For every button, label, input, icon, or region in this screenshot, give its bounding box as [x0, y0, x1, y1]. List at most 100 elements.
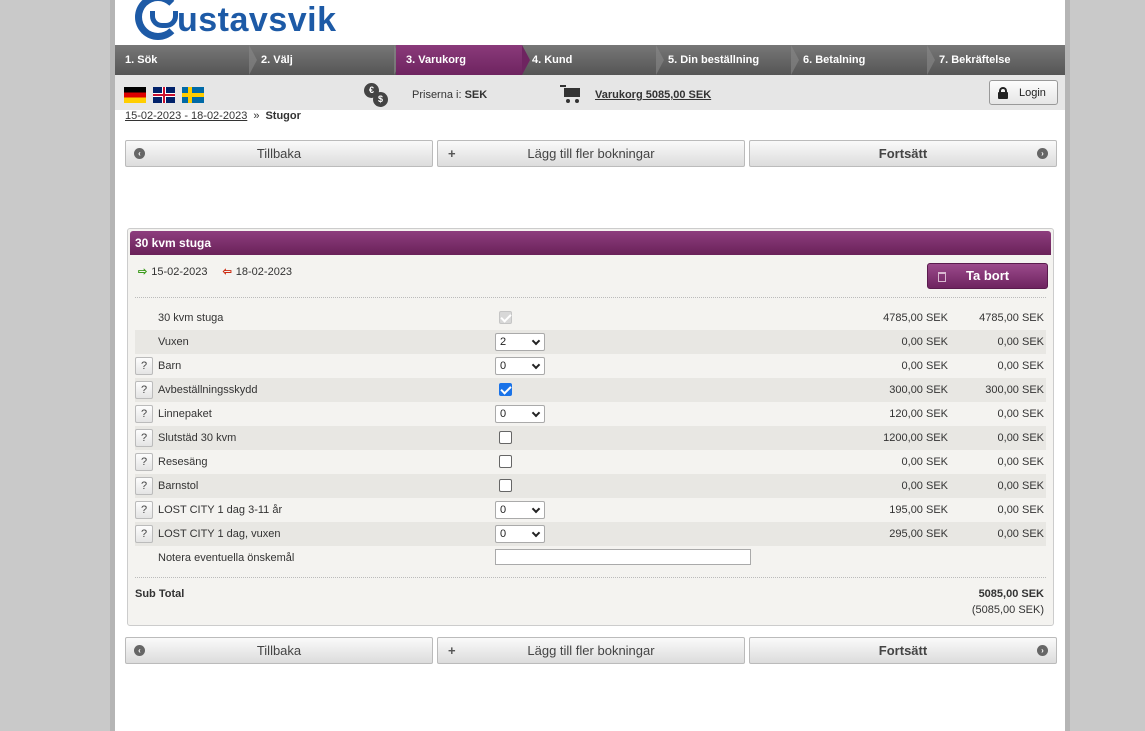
item-checkbox[interactable]: [499, 479, 512, 492]
help-button[interactable]: ?: [135, 381, 153, 399]
help-button[interactable]: ?: [135, 525, 153, 543]
arrow-right-icon: ›: [1037, 645, 1048, 656]
plus-icon: +: [448, 146, 456, 161]
item-name: LOST CITY 1 dag, vuxen: [158, 528, 281, 540]
quantity-select[interactable]: 2: [495, 333, 545, 351]
breadcrumb-current: Stugor: [265, 110, 301, 122]
booking-dates: ⇨ 15-02-2023 ⇦ 18-02-2023: [138, 265, 292, 278]
item-name: 30 kvm stuga: [158, 312, 224, 324]
breadcrumb: 15-02-2023 - 18-02-2023» Stugor: [125, 110, 301, 122]
item-total: 0,00 SEK: [997, 336, 1044, 348]
quantity-select[interactable]: 0: [495, 357, 545, 375]
item-name: Linnepaket: [158, 408, 212, 420]
item-total: 0,00 SEK: [997, 408, 1044, 420]
subtotal-value: 5085,00 SEK: [978, 588, 1044, 600]
chevron-down-icon: [531, 408, 541, 418]
item-total: 0,00 SEK: [997, 456, 1044, 468]
continue-button[interactable]: Fortsätt ›: [749, 140, 1057, 167]
item-price: 295,00 SEK: [889, 528, 948, 540]
item-total: 0,00 SEK: [997, 480, 1044, 492]
item-checkbox[interactable]: [499, 383, 512, 396]
item-price: 0,00 SEK: [901, 336, 948, 348]
item-row: Vuxen 2 0,00 SEK 0,00 SEK: [135, 330, 1046, 354]
login-label: Login: [1019, 87, 1046, 99]
item-row: ? LOST CITY 1 dag 3-11 år 0 195,00 SEK 0,00 …: [135, 498, 1046, 522]
currency-exchange-icon[interactable]: € $: [364, 83, 388, 107]
item-price: 0,00 SEK: [901, 360, 948, 372]
arrival-date: 15-02-2023: [151, 266, 208, 278]
chevron-down-icon: [531, 504, 541, 514]
item-checkbox[interactable]: [499, 431, 512, 444]
subtotal-secondary-value: (5085,00 SEK): [971, 604, 1044, 616]
arrival-arrow-icon: ⇨: [138, 266, 148, 278]
chevron-down-icon: [531, 360, 541, 370]
item-total: 4785,00 SEK: [979, 312, 1044, 324]
login-button[interactable]: Login: [989, 80, 1058, 105]
step-5[interactable]: 5. Din beställning: [658, 45, 799, 75]
back-button[interactable]: ‹ Tillbaka: [125, 637, 433, 664]
item-price: 1200,00 SEK: [883, 432, 948, 444]
swedish-flag-icon[interactable]: [182, 87, 204, 103]
help-button[interactable]: ?: [135, 501, 153, 519]
arrow-left-icon: ‹: [134, 645, 145, 656]
notes-input[interactable]: [495, 549, 751, 565]
item-name: Notera eventuella önskemål: [158, 552, 295, 564]
top-nav-buttons: ‹ Tillbaka + Lägg till fler bokningar Fo…: [125, 140, 1057, 167]
shopping-cart-icon[interactable]: [560, 85, 582, 103]
info-bar: € $ Priserna i: SEK Varukorg 5085,00 SEK …: [115, 75, 1065, 110]
step-6[interactable]: 6. Betalning: [793, 45, 935, 75]
page: ustavsvik 1. Sök 2. Välj 3. Varukorg 4. Kun…: [115, 0, 1065, 731]
help-button[interactable]: ?: [135, 405, 153, 423]
quantity-select[interactable]: 0: [495, 501, 545, 519]
step-2[interactable]: 2. Välj: [251, 45, 402, 75]
item-total: 0,00 SEK: [997, 432, 1044, 444]
arrow-left-icon: ‹: [134, 148, 145, 159]
logo-mark-icon: [135, 0, 181, 40]
item-total: 0,00 SEK: [997, 504, 1044, 516]
plus-icon: +: [448, 643, 456, 658]
help-button[interactable]: ?: [135, 477, 153, 495]
item-price: 300,00 SEK: [889, 384, 948, 396]
item-row: ? Barn 0 0,00 SEK 0,00 SEK: [135, 354, 1046, 378]
item-price: 0,00 SEK: [901, 456, 948, 468]
step-3: 3. Varukorg: [396, 45, 530, 75]
item-total: 0,00 SEK: [997, 360, 1044, 372]
item-row: ? Slutstäd 30 kvm 1200,00 SEK 0,00 SEK: [135, 426, 1046, 450]
subtotal-label: Sub Total: [135, 588, 185, 600]
item-row: ? Resesäng 0,00 SEK 0,00 SEK: [135, 450, 1046, 474]
booking-items: 30 kvm stuga 4785,00 SEK 4785,00 SEK Vuxen 2…: [135, 306, 1046, 570]
step-1[interactable]: 1. Sök: [115, 45, 257, 75]
logo-text: ustavsvik: [177, 1, 337, 39]
item-row: ? Linnepaket 0 120,00 SEK 0,00 SEK: [135, 402, 1046, 426]
help-button[interactable]: ?: [135, 429, 153, 447]
back-button[interactable]: ‹ Tillbaka: [125, 140, 433, 167]
cart-link[interactable]: Varukorg 5085,00 SEK: [595, 89, 711, 101]
lock-icon: [998, 87, 1008, 99]
breadcrumb-dates-link[interactable]: 15-02-2023 - 18-02-2023: [125, 110, 247, 122]
arrow-right-icon: ›: [1037, 148, 1048, 159]
step-7[interactable]: 7. Bekräftelse: [929, 45, 1065, 75]
add-more-bookings-button[interactable]: + Lägg till fler bokningar: [437, 637, 745, 664]
item-checkbox[interactable]: [499, 455, 512, 468]
item-price: 195,00 SEK: [889, 504, 948, 516]
help-button[interactable]: ?: [135, 453, 153, 471]
remove-booking-button[interactable]: Ta bort: [927, 263, 1048, 289]
divider: [135, 577, 1046, 578]
item-name: Resesäng: [158, 456, 208, 468]
german-flag-icon[interactable]: [124, 87, 146, 103]
uk-flag-icon[interactable]: [153, 87, 175, 103]
booking-panel: 30 kvm stuga ⇨ 15-02-2023 ⇦ 18-02-2023 Ta …: [127, 228, 1054, 626]
item-row: 30 kvm stuga 4785,00 SEK 4785,00 SEK: [135, 306, 1046, 330]
item-name: Vuxen: [158, 336, 189, 348]
continue-button[interactable]: Fortsätt ›: [749, 637, 1057, 664]
help-button[interactable]: ?: [135, 357, 153, 375]
quantity-select[interactable]: 0: [495, 405, 545, 423]
step-4[interactable]: 4. Kund: [522, 45, 664, 75]
quantity-select[interactable]: 0: [495, 525, 545, 543]
item-row: ? LOST CITY 1 dag, vuxen 0 295,00 SEK 0,00 S…: [135, 522, 1046, 546]
logo[interactable]: ustavsvik: [135, 0, 337, 40]
item-checkbox-disabled: [499, 311, 512, 324]
item-name: Barn: [158, 360, 182, 372]
step-progress-bar: 1. Sök 2. Välj 3. Varukorg 4. Kund 5. Din be…: [115, 45, 1065, 75]
add-more-bookings-button[interactable]: + Lägg till fler bokningar: [437, 140, 745, 167]
